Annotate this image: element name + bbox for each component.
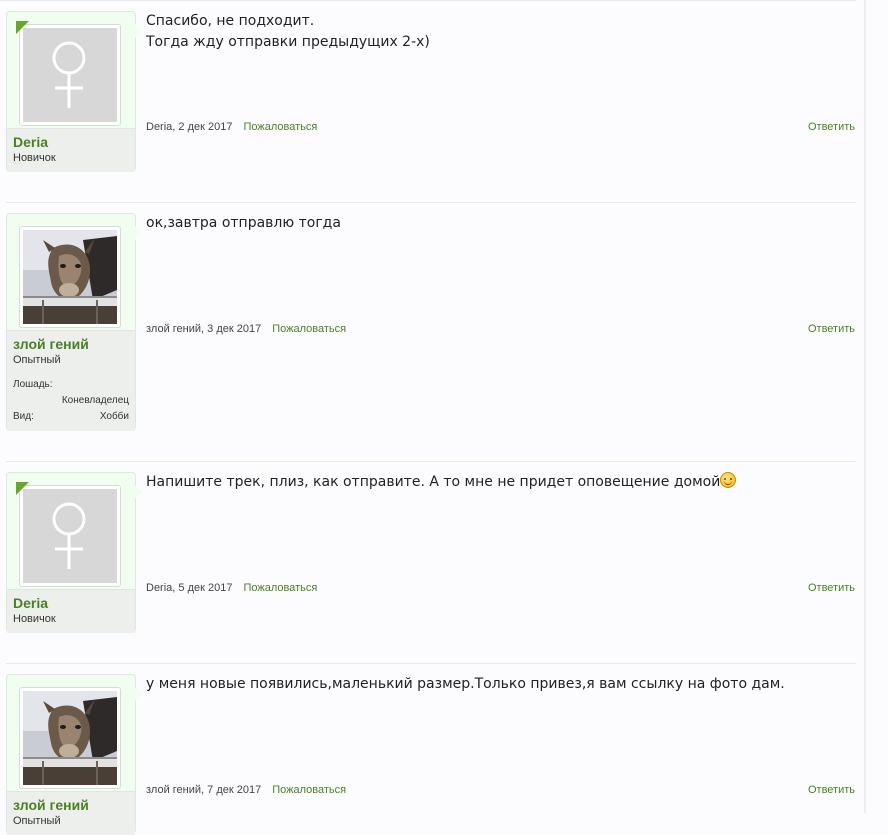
message-user-info: злой гений Опытный — [6, 674, 142, 835]
extra-field-value: Хобби — [99, 411, 129, 422]
horse-photo-avatar-icon — [23, 691, 117, 785]
female-avatar-icon — [52, 41, 86, 108]
female-avatar-icon — [52, 502, 86, 569]
message-line: Тогда жду отправки предыдущих 2-х) — [146, 34, 430, 50]
user-name-area: злой гений Опытный Лошадь: Коневладелец … — [7, 330, 135, 431]
page-right-border — [864, 0, 866, 813]
online-corner-badge — [16, 21, 29, 34]
report-link[interactable]: Пожаловаться — [244, 582, 318, 594]
extra-field-label: Лошадь: — [13, 379, 53, 390]
author-date[interactable]: злой гений, 7 дек 2017 — [146, 784, 261, 796]
reply-link[interactable]: Ответить — [808, 784, 855, 796]
top-divider — [0, 0, 856, 1]
extra-field-value: Коневладелец — [61, 395, 129, 406]
message-meta: Deria, 5 дек 2017 Пожаловаться — [146, 582, 317, 594]
message-line: Спасибо, не подходит. — [146, 13, 315, 29]
report-link[interactable]: Пожаловаться — [272, 323, 346, 335]
post-divider — [6, 202, 856, 203]
message-meta: Deria, 2 дек 2017 Пожаловаться — [146, 121, 317, 133]
report-link[interactable]: Пожаловаться — [272, 784, 346, 796]
username-link[interactable]: Deria — [13, 595, 129, 612]
message-meta: злой гений, 3 дек 2017 Пожаловаться — [146, 323, 346, 335]
message-text: у меня новые появились,маленький размер.… — [146, 674, 846, 695]
report-link[interactable]: Пожаловаться — [244, 121, 318, 133]
avatar[interactable] — [19, 24, 121, 126]
user-name-area: злой гений Опытный — [7, 791, 135, 835]
username-link[interactable]: злой гений — [13, 336, 129, 353]
username-link[interactable]: злой гений — [13, 797, 129, 814]
message-user-info: Deria Новичок — [6, 472, 142, 633]
user-title: Новичок — [13, 613, 56, 625]
smile-icon — [720, 472, 737, 488]
reply-link[interactable]: Ответить — [808, 121, 855, 133]
post-divider — [6, 663, 856, 664]
author-date[interactable]: злой гений, 3 дек 2017 — [146, 323, 261, 335]
extra-field-label: Вид: — [13, 411, 34, 422]
reply-link[interactable]: Ответить — [808, 323, 855, 335]
online-corner-badge — [16, 482, 29, 495]
avatar[interactable] — [19, 485, 121, 587]
post-divider — [6, 461, 856, 462]
user-title: Опытный — [13, 815, 61, 827]
user-title: Опытный — [13, 354, 61, 366]
message-text: ок,завтра отправлю тогда — [146, 213, 846, 234]
user-name-area: Deria Новичок — [7, 589, 135, 633]
message-text: Напишите трек, плиз, как отправите. А то… — [146, 472, 846, 493]
username-link[interactable]: Deria — [13, 134, 129, 151]
message-meta: злой гений, 7 дек 2017 Пожаловаться — [146, 784, 346, 796]
avatar[interactable] — [19, 687, 121, 789]
author-date[interactable]: Deria, 2 дек 2017 — [146, 121, 232, 133]
message-line: Напишите трек, плиз, как отправите. А то… — [146, 472, 846, 493]
avatar[interactable] — [19, 226, 121, 328]
message-line: у меня новые появились,маленький размер.… — [146, 676, 785, 692]
horse-photo-avatar-icon — [23, 230, 117, 324]
author-date[interactable]: Deria, 5 дек 2017 — [146, 582, 232, 594]
user-title: Новичок — [13, 152, 56, 164]
message-user-info: злой гений Опытный Лошадь: Коневладелец … — [6, 213, 142, 431]
reply-link[interactable]: Ответить — [808, 582, 855, 594]
user-name-area: Deria Новичок — [7, 128, 135, 172]
message-line: ок,завтра отправлю тогда — [146, 215, 341, 231]
message-text: Спасибо, не подходит. Тогда жду отправки… — [146, 11, 846, 53]
message-user-info: Deria Новичок — [6, 11, 142, 172]
